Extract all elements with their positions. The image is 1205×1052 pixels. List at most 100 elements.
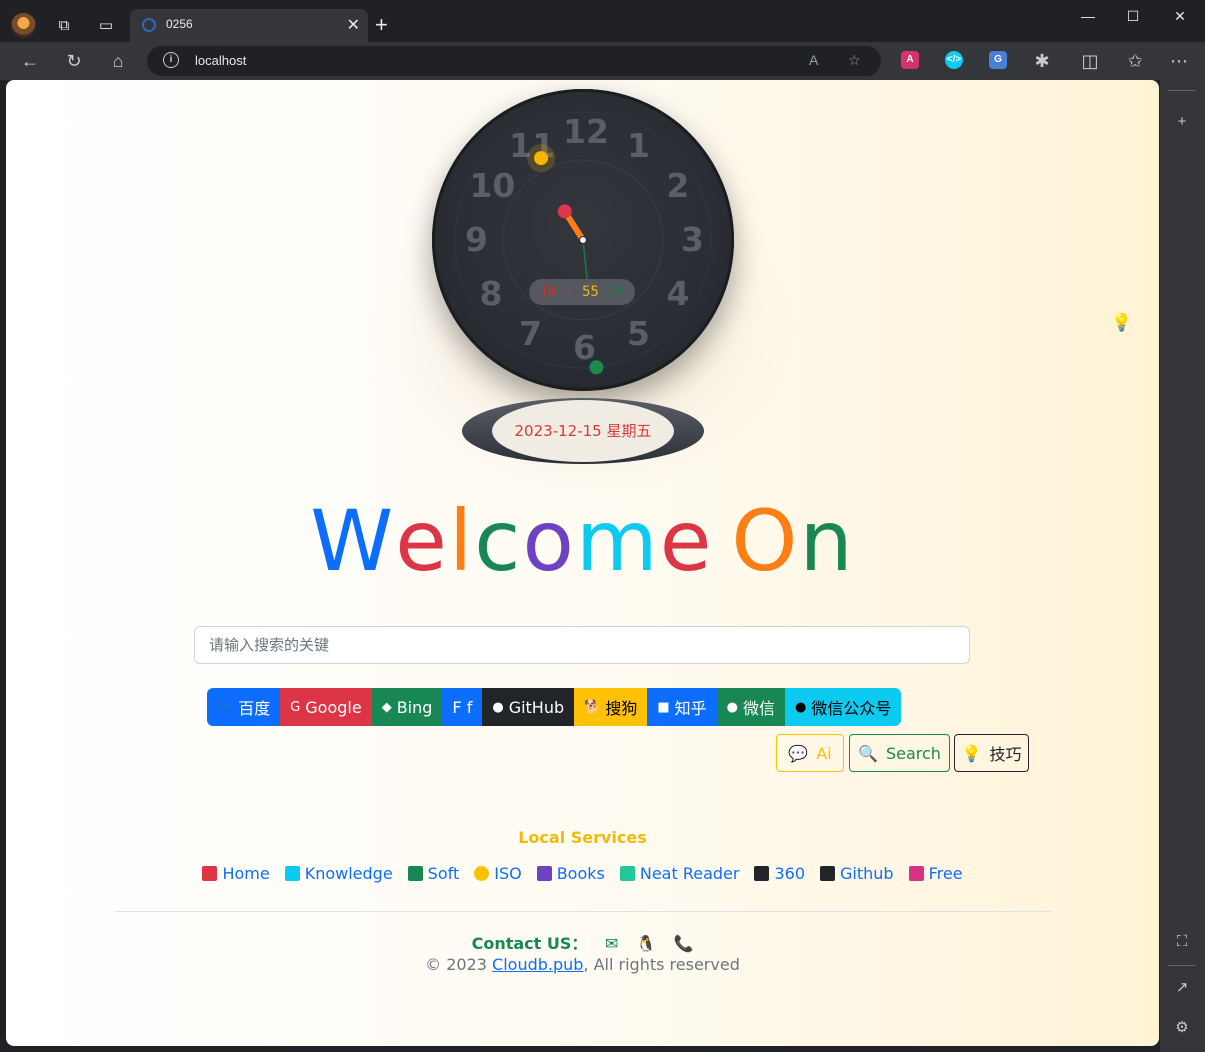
copyright-link[interactable]: Cloudb.pub — [492, 955, 583, 974]
maximize-icon[interactable]: ☐ — [1113, 8, 1153, 25]
devtools-ext-icon[interactable]: </> — [945, 51, 963, 69]
sidebar-add-icon[interactable]: + — [1173, 113, 1191, 131]
engine-button[interactable]: ● 微信 — [716, 688, 786, 726]
welcome-letter: W — [310, 492, 396, 590]
engine-button[interactable]: ◆ Bing — [371, 688, 443, 726]
github-square-icon — [820, 866, 836, 881]
paw-icon: 🐾 — [217, 699, 234, 715]
envelope-icon[interactable]: ✉ — [605, 934, 618, 953]
engine-button[interactable]: ■ 知乎 — [647, 688, 717, 726]
tab-close-icon[interactable]: ✕ — [347, 15, 360, 35]
service-link-label: Knowledge — [304, 864, 393, 883]
service-link[interactable]: Free — [908, 864, 963, 883]
engine-button[interactable]: 🐾 百度 — [207, 688, 281, 726]
engine-button[interactable]: ● 微信公众号 — [785, 688, 902, 726]
split-screen-icon[interactable]: ◫ — [1079, 50, 1101, 72]
address-bar[interactable]: i localhost A ☆ — [147, 46, 881, 76]
service-link[interactable]: Neat Reader — [619, 864, 740, 883]
settings-icon[interactable]: ⚙ — [1173, 1019, 1191, 1037]
service-link[interactable]: Soft — [407, 864, 460, 883]
phone-icon[interactable]: 📞 — [673, 934, 693, 953]
engine-button[interactable]: G Google — [280, 688, 372, 726]
page-content: 12 1 2 3 4 5 6 7 8 9 10 11 10 : 55 29 2023-12-15 星期… — [6, 80, 1159, 1046]
read-aloud-icon[interactable]: A — [809, 52, 818, 68]
service-link[interactable]: Github — [820, 864, 894, 883]
comments-icon: 💬 — [788, 743, 809, 763]
lightbulb-icon: 💡 — [961, 743, 982, 763]
welcome-letter: m — [575, 492, 660, 590]
google-icon: G — [290, 699, 301, 715]
service-link[interactable]: ISO — [474, 864, 522, 883]
favorites-icon[interactable]: ✩ — [1124, 50, 1146, 72]
refresh-icon[interactable]: ↻ — [63, 50, 85, 72]
engine-button[interactable]: 🐕 搜狗 — [574, 688, 648, 726]
workspaces-icon[interactable]: ⧉ — [53, 14, 75, 36]
tab-actions-icon[interactable]: ▭ — [95, 14, 117, 36]
lightbulb-icon[interactable]: 💡 — [1111, 313, 1132, 333]
engine-label: GitHub — [508, 697, 565, 717]
zhihu-icon: ■ — [657, 699, 670, 715]
welcome-letter: c — [474, 492, 523, 590]
back-icon[interactable]: ← — [19, 50, 41, 72]
engine-label: 百度 — [238, 699, 271, 718]
ai-button-label: Ai — [816, 743, 832, 763]
comments-icon: ● — [795, 699, 807, 715]
welcome-heading: Welcome On — [6, 492, 1159, 590]
qq-icon[interactable]: 🐧 — [636, 934, 656, 953]
service-link-label: Books — [556, 864, 605, 883]
home-icon[interactable]: ⌂ — [107, 50, 129, 72]
github-icon: ● — [492, 699, 504, 715]
service-link[interactable]: Knowledge — [284, 864, 393, 883]
engine-button[interactable]: F f — [442, 688, 483, 726]
engine-label: Google — [305, 697, 362, 717]
welcome-letter: e — [395, 492, 449, 590]
more-menu-icon[interactable]: ⋯ — [1168, 50, 1190, 72]
service-link-label: Neat Reader — [639, 864, 740, 883]
address-url[interactable]: localhost — [195, 53, 246, 68]
search-icon: 🔍 — [858, 743, 878, 763]
new-tab-button[interactable]: + — [375, 12, 388, 38]
title-bar: ⧉ ▭ 0256 ✕ + — ☐ ✕ — [0, 0, 1205, 42]
local-services-links: Home Knowledge Soft ISO Books Neat Reader 360 G… — [6, 864, 1159, 883]
disc-icon — [474, 866, 490, 881]
windows-icon — [407, 866, 423, 881]
service-link-label: Free — [928, 864, 963, 883]
service-link-label: Soft — [427, 864, 460, 883]
service-link[interactable]: 360 — [754, 864, 805, 883]
site-info-icon[interactable]: i — [163, 52, 179, 68]
copyright-suffix: , All rights reserved — [583, 955, 740, 974]
profile-avatar[interactable] — [11, 13, 36, 38]
grid-icon — [908, 866, 924, 881]
favorite-star-icon[interactable]: ☆ — [848, 52, 861, 69]
sidebar-divider — [1168, 965, 1196, 966]
google-translate-ext-icon[interactable]: G — [989, 51, 1007, 69]
contact-label: Contact US： — [471, 934, 588, 953]
welcome-letter: o — [522, 492, 576, 590]
service-link[interactable]: Books — [536, 864, 605, 883]
extensions-icon[interactable]: ✱ — [1031, 50, 1053, 72]
edge-sidebar: + ⛶ ↗ ⚙ — [1160, 80, 1205, 1052]
close-window-icon[interactable]: ✕ — [1160, 8, 1200, 25]
welcome-letter: l — [448, 492, 475, 590]
copyright: © 2023 Cloudb.pub, All rights reserved — [6, 955, 1159, 974]
service-link[interactable]: Home — [202, 864, 270, 883]
welcome-letter: n — [799, 492, 855, 590]
service-link-label: 360 — [774, 864, 806, 883]
search-input[interactable] — [194, 626, 970, 664]
screenshot-icon[interactable]: ⛶ — [1173, 933, 1191, 951]
tab-title: 0256 — [166, 17, 193, 31]
ai-button[interactable]: 💬 Ai — [776, 734, 844, 772]
engine-label: 搜狗 — [605, 699, 638, 718]
digital-separator: : — [565, 284, 574, 300]
translate-ext-icon[interactable]: A — [901, 51, 919, 69]
contact-us: Contact US： ✉ 🐧 📞 — [6, 930, 1159, 954]
engine-label: 微信 — [743, 699, 776, 718]
copyright-prefix: © 2023 — [425, 955, 493, 974]
digital-minute: 55 — [582, 284, 599, 300]
search-button[interactable]: 🔍 Search — [849, 734, 950, 772]
open-external-icon[interactable]: ↗ — [1173, 979, 1191, 997]
minimize-icon[interactable]: — — [1068, 8, 1108, 24]
engine-button[interactable]: ● GitHub — [482, 688, 575, 726]
browser-tab[interactable]: 0256 ✕ — [130, 9, 368, 42]
tips-button[interactable]: 💡 技巧 — [954, 734, 1029, 772]
